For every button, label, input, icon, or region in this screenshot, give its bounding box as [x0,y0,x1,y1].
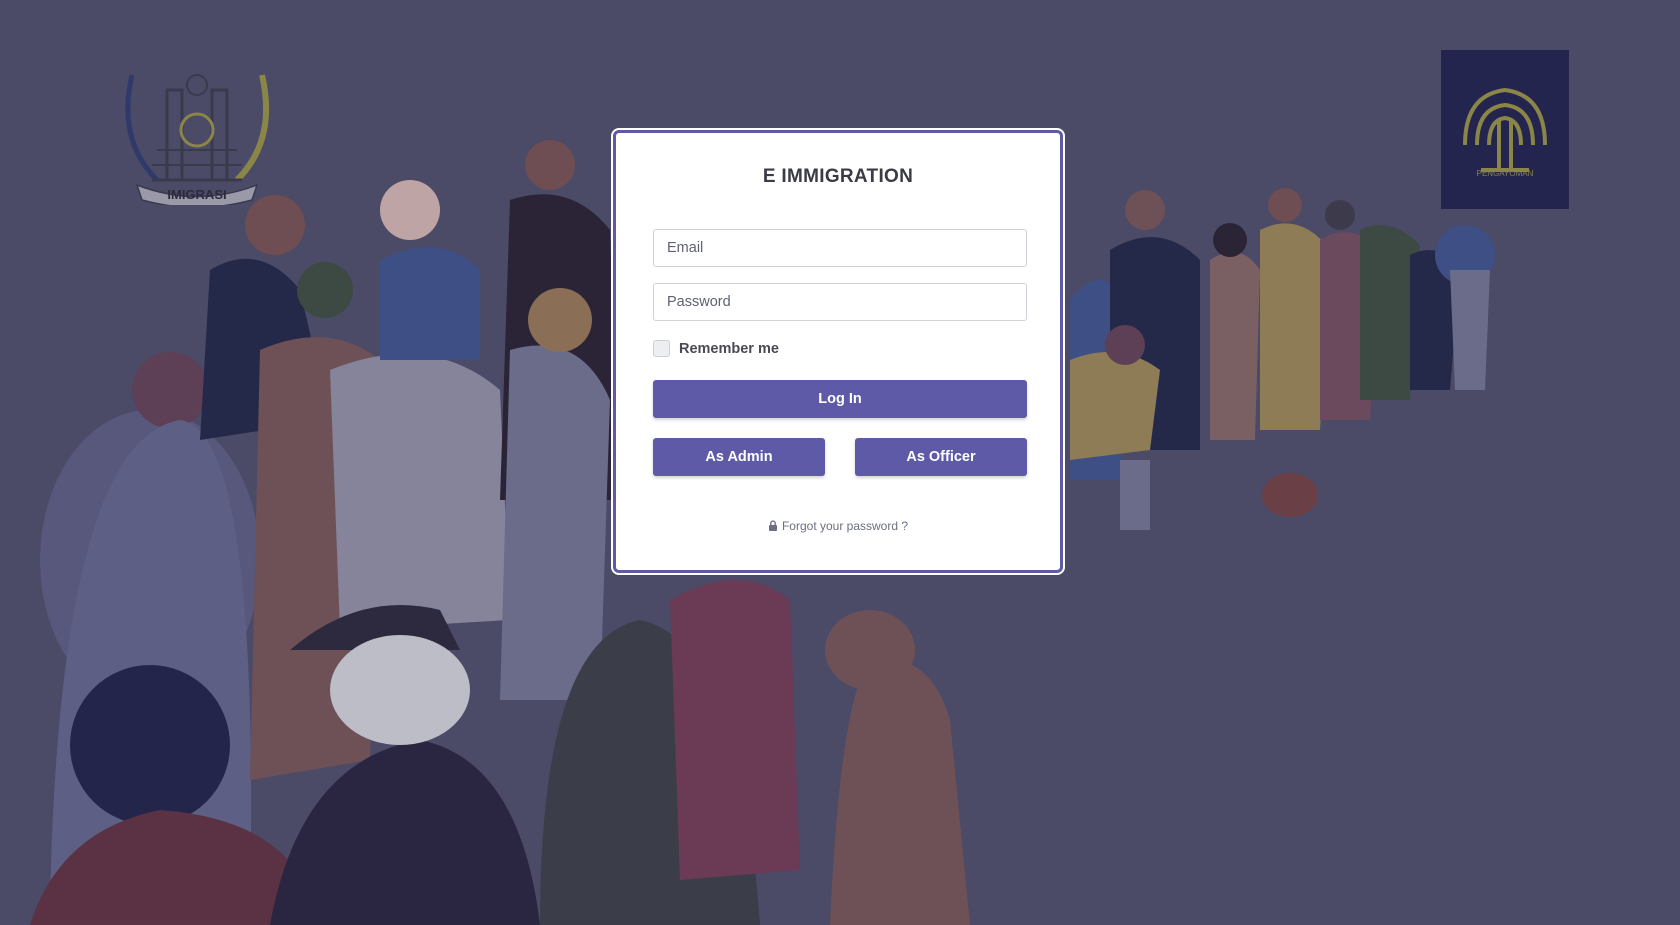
imigrasi-logo: IMIGRASI [125,74,270,205]
as-admin-button[interactable]: As Admin [653,438,825,476]
pengayoman-logo: PENGAYOMAN [1441,50,1569,209]
login-card: E IMMIGRATION Remember me Log In As Admi… [613,130,1063,573]
remember-me-checkbox[interactable] [653,340,670,357]
pengayoman-tree-icon: PENGAYOMAN [1463,87,1547,178]
forgot-password-link[interactable]: Forgot your password ? [616,519,1060,534]
as-officer-button[interactable]: As Officer [855,438,1027,476]
lock-icon [768,520,778,534]
login-button[interactable]: Log In [653,380,1027,418]
pengayoman-logo-text: PENGAYOMAN [1477,169,1534,178]
forgot-password-label: Forgot your password ? [781,519,909,533]
imigrasi-logo-text: IMIGRASI [167,187,226,202]
email-field[interactable] [653,229,1027,267]
remember-me[interactable]: Remember me [653,340,779,357]
page-title: E IMMIGRATION [762,166,914,187]
remember-me-label: Remember me [679,340,779,357]
password-field[interactable] [653,283,1027,321]
